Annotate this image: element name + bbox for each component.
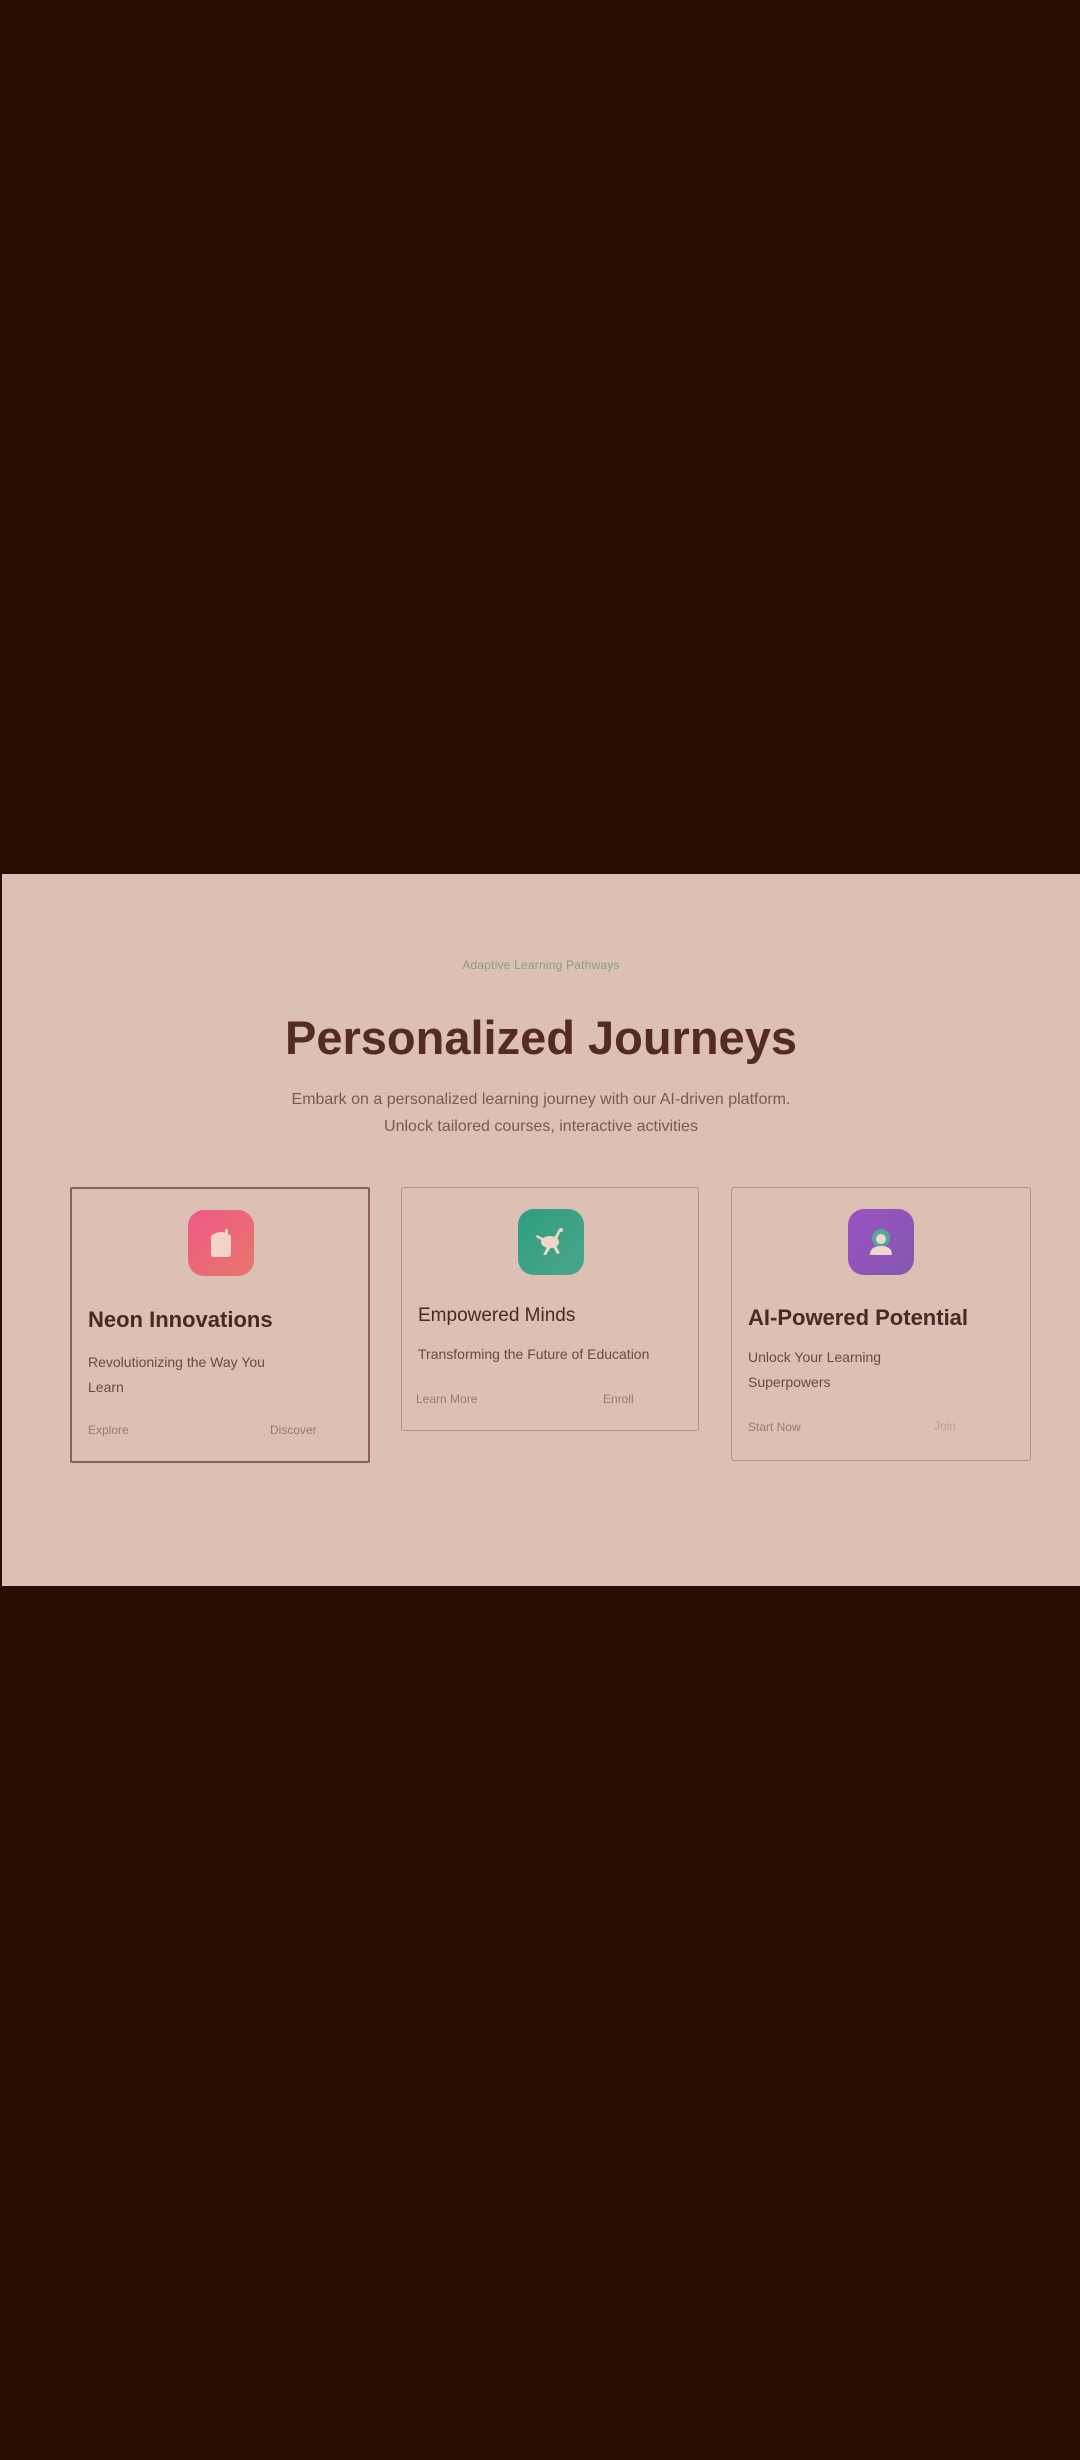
card-neon-innovations[interactable]: Neon Innovations Revolutionizing the Way… <box>70 1187 370 1463</box>
journeys-section: Adaptive Learning Pathways Personalized … <box>2 874 1080 1586</box>
card-icon-tile <box>518 1209 584 1275</box>
card-description: Transforming the Future of Education <box>418 1342 649 1367</box>
card-empowered-minds[interactable]: Empowered Minds Transforming the Future … <box>401 1187 699 1431</box>
description-line: Unlock Your Learning <box>748 1349 882 1365</box>
subtitle-line-2: Unlock tailored courses, interactive act… <box>384 1118 698 1135</box>
description-line: Learn <box>88 1379 124 1395</box>
section-title: Personalized Journeys <box>285 1011 797 1064</box>
gift-box-icon <box>211 1229 231 1257</box>
card-icon-tile <box>188 1210 254 1276</box>
card-description: Revolutionizing the Way You Learn <box>88 1350 265 1400</box>
subtitle-line-1: Embark on a personalized learning journe… <box>291 1091 791 1108</box>
card-title: Empowered Minds <box>418 1305 576 1326</box>
card-title: Neon Innovations <box>88 1307 273 1332</box>
description-line: Superpowers <box>748 1374 831 1390</box>
section-subtitle: Embark on a personalized learning journe… <box>2 1086 1080 1140</box>
card-title: AI-Powered Potential <box>748 1305 969 1330</box>
description-line: Revolutionizing the Way You <box>88 1354 265 1370</box>
description-line: Transforming the Future of Education <box>418 1346 650 1362</box>
person-avatar-icon <box>870 1229 892 1255</box>
card-ai-powered-potential[interactable]: AI-Powered Potential Unlock Your Learnin… <box>731 1187 1031 1461</box>
join-link[interactable]: Join <box>934 1419 956 1433</box>
running-figure-icon <box>536 1228 563 1255</box>
start-now-link[interactable]: Start Now <box>748 1420 801 1434</box>
enroll-link[interactable]: Enroll <box>603 1392 634 1406</box>
card-icon-tile <box>848 1209 914 1275</box>
explore-link[interactable]: Explore <box>88 1423 129 1437</box>
section-eyebrow: Adaptive Learning Pathways <box>462 958 620 972</box>
card-description: Unlock Your Learning Superpowers <box>748 1345 881 1395</box>
discover-link[interactable]: Discover <box>270 1423 317 1437</box>
learn-more-link[interactable]: Learn More <box>416 1392 477 1406</box>
